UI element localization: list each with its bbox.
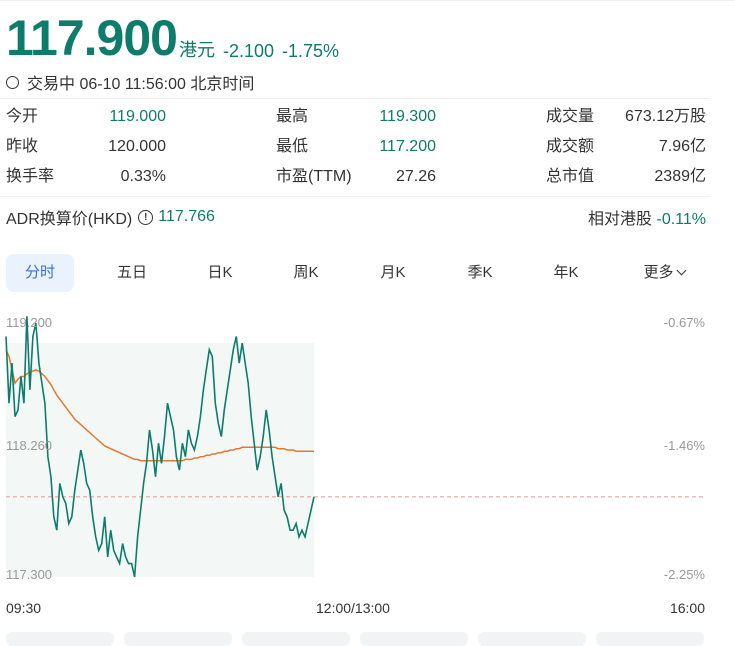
stat-value: 2389亿 [654,168,706,185]
x-axis-label-open: 09:30 [6,600,42,616]
y-axis-label-top: 119.200 [6,315,53,330]
stat-value: 7.96亿 [658,138,706,155]
divider [0,98,710,99]
clock-icon [6,75,19,89]
y-axis-label-bottom: 117.300 [6,567,53,582]
y-axis-label-mid: 118.260 [6,438,53,453]
tab-quarterly-k[interactable]: 季K [446,254,514,292]
trading-status-text: 交易中 06-10 11:56:00 北京时间 [27,76,255,93]
period-tabs: 分时 五日 日K 周K 月K 季K 年K 更多 [6,254,706,292]
tab-weekly-k[interactable]: 周K [272,254,340,292]
info-icon[interactable]: ! [138,209,154,225]
stat-label: 成交量 [546,108,595,125]
bottom-pill[interactable] [360,632,468,646]
price-change: -2.100 [222,41,275,61]
tab-more[interactable]: 更多 [628,254,700,292]
y-axis-pct-bottom: -2.25% [663,567,705,582]
adr-value: 117.766 [158,208,215,225]
stat-open: 今开 119.000 [6,102,166,132]
adr-price-row: ADR换算价(HKD) ! 117.766 [6,205,215,229]
tab-yearly-k[interactable]: 年K [532,254,600,292]
stat-label: 总市值 [546,168,595,185]
bottom-tab-strip [0,632,735,646]
stat-market-cap: 总市值 2389亿 [546,162,706,192]
x-axis-label-close: 16:00 [669,600,705,616]
stat-value: 117.200 [379,138,436,155]
trading-status: 交易中 06-10 11:56:00 北京时间 [6,70,254,94]
stat-label: 最低 [276,138,309,155]
stat-label: 昨收 [6,138,39,155]
y-axis-pct-top: -0.67% [663,315,705,330]
stat-value: 0.33% [120,168,166,185]
stat-prev-close: 昨收 120.000 [6,132,166,162]
adr-label: ADR换算价(HKD) [6,211,133,228]
relative-label: 相对港股 [588,211,653,228]
stat-label: 市盈(TTM) [276,168,352,185]
last-price: 117.900 [6,10,178,66]
stat-pe-ttm: 市盈(TTM) 27.26 [276,162,436,192]
currency-unit: 港元 [178,40,215,60]
tab-daily-k[interactable]: 日K [186,254,254,292]
stat-value: 673.12万股 [625,108,706,125]
stat-turnover-amount: 成交额 7.96亿 [546,132,706,162]
stat-volume: 成交量 673.12万股 [546,102,706,132]
tab-monthly-k[interactable]: 月K [359,254,427,292]
stat-low: 最低 117.200 [276,132,436,162]
stat-high: 最高 119.300 [276,102,436,132]
y-axis-pct-mid: -1.46% [663,438,705,453]
stat-value: 120.000 [108,138,166,155]
divider [0,196,710,197]
relative-value: -0.11% [656,211,706,228]
quote-header: 117.900 港元 -2.100 -1.75% [6,12,339,64]
top-border [0,0,735,1]
tab-five-day[interactable]: 五日 [98,254,166,292]
bottom-pill[interactable] [124,632,232,646]
tab-intraday[interactable]: 分时 [6,254,74,292]
bottom-pill[interactable] [596,632,704,646]
intraday-chart[interactable] [0,300,735,600]
bottom-pill[interactable] [478,632,586,646]
bottom-pill[interactable] [6,632,114,646]
bottom-pill[interactable] [242,632,350,646]
chevron-down-icon [676,265,686,276]
relative-to-hk: 相对港股 -0.11% [588,205,706,229]
stat-value: 119.000 [109,108,166,125]
x-axis-label-midday: 12:00/13:00 [316,600,390,616]
stat-value: 27.26 [395,168,436,185]
stat-label: 最高 [276,108,309,125]
chart-plot-area [5,316,705,578]
stat-label: 换手率 [6,168,55,185]
stat-label: 今开 [6,108,39,125]
stat-turnover-rate: 换手率 0.33% [6,162,166,192]
price-change-percent: -1.75% [282,41,340,61]
stat-value: 119.300 [379,108,436,125]
stat-label: 成交额 [546,138,595,155]
tab-more-label: 更多 [643,264,674,281]
